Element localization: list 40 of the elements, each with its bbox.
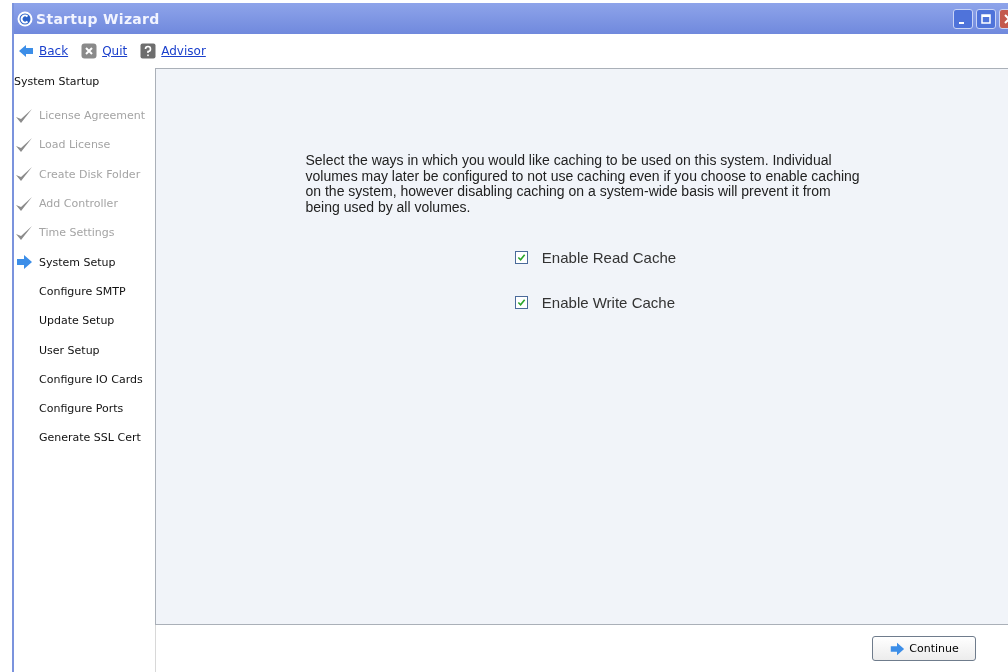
checkbox[interactable]	[514, 296, 528, 309]
step-item: Generate SSL Cert	[38, 430, 142, 447]
step-item: Time Settings	[14, 218, 155, 248]
step-item: System Setup	[14, 247, 155, 277]
description-text: Select the ways in which you would like caching to be used on this system. Individual volumes may later be configured to not use caching even if you choose to enable caching on the system, however disabling caching on a system-wide basis will prevent it from being used by all volumes.	[305, 153, 861, 215]
maximize-icon	[981, 13, 991, 24]
section-heading: System Startup	[14, 74, 101, 90]
option-label: Enable Read Cache	[541, 249, 677, 266]
step-item: Configure Ports	[38, 401, 125, 418]
app-logo-icon	[17, 10, 33, 27]
checkbox[interactable]	[514, 251, 528, 264]
close-icon	[81, 43, 98, 59]
checkmark-icon	[516, 253, 526, 262]
maximize-button[interactable]	[976, 8, 996, 29]
checkmark-icon	[14, 195, 34, 212]
option-label: Enable Write Cache	[541, 294, 675, 311]
quit-link[interactable]: Quit	[81, 43, 128, 59]
arrow-icon	[14, 254, 34, 271]
checkmark-icon	[14, 107, 34, 124]
checkmark-icon	[14, 166, 34, 183]
minimize-icon	[958, 21, 964, 24]
arrow-icon	[889, 640, 906, 657]
window-title: Startup Wizard	[36, 10, 160, 27]
help-icon	[140, 43, 157, 59]
step-item: License Agreement	[14, 101, 155, 131]
advisor-link[interactable]: Advisor	[140, 43, 206, 59]
step-item: Create Disk Folder	[14, 159, 155, 189]
back-link[interactable]: Back	[18, 43, 69, 59]
back-arrow-icon	[18, 43, 34, 59]
step-item: Update Setup	[38, 313, 116, 330]
step-item: Configure IO Cards	[38, 371, 144, 388]
step-item: Load License	[14, 130, 155, 160]
checkmark-icon	[14, 224, 34, 241]
step-item: Add Controller	[14, 188, 155, 219]
continue-button[interactable]: Continue	[872, 636, 976, 661]
checkmark-icon	[516, 298, 526, 307]
step-item: User Setup	[38, 342, 101, 359]
minimize-button[interactable]	[953, 8, 973, 29]
step-item: Configure SMTP	[38, 283, 127, 300]
checkmark-icon	[14, 136, 34, 153]
